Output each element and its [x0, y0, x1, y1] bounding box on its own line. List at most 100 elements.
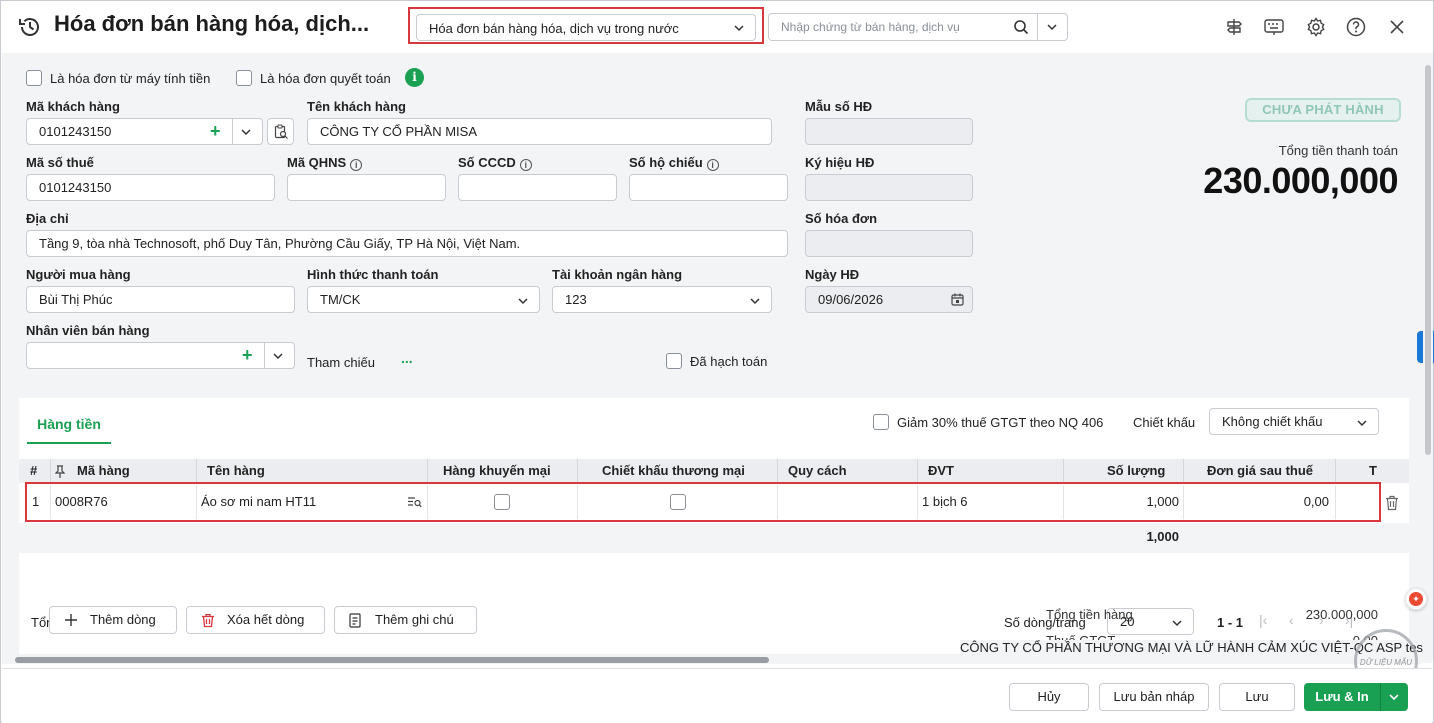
- save-draft-button[interactable]: Lưu bản nháp: [1099, 683, 1209, 711]
- col-divider: [577, 459, 578, 483]
- add-customer-icon[interactable]: +: [210, 122, 221, 140]
- cash-register-checkbox[interactable]: [26, 70, 42, 86]
- search-input[interactable]: [769, 14, 1005, 40]
- search-divider: [1037, 14, 1038, 40]
- tab-goods-money[interactable]: Hàng tiền: [27, 414, 111, 444]
- passport-label: Số hộ chiếu i: [629, 155, 719, 171]
- horizontal-scroll-thumb[interactable]: [15, 657, 769, 663]
- customer-name-field[interactable]: CÔNG TY CỔ PHẦN MISA: [307, 118, 772, 145]
- cccd-field[interactable]: [458, 174, 617, 201]
- save-print-label: Lưu & In: [1315, 689, 1369, 704]
- discount-value: Không chiết khấu: [1222, 414, 1323, 429]
- col-header-code[interactable]: Mã hàng: [77, 459, 130, 483]
- chevron-down-icon[interactable]: [272, 350, 284, 362]
- chevron-down-icon[interactable]: [240, 126, 252, 138]
- invoice-date-label: Ngày HĐ: [805, 267, 860, 282]
- customer-lookup-button[interactable]: [267, 118, 294, 145]
- chevron-down-icon: [518, 298, 528, 305]
- invoice-type-select[interactable]: Hóa đơn bán hàng hóa, dịch vụ trong nước: [416, 14, 756, 41]
- bank-account-select[interactable]: 123: [552, 286, 772, 313]
- cancel-button[interactable]: Hủy: [1009, 683, 1089, 711]
- assistant-button[interactable]: ✦: [1405, 588, 1427, 610]
- template-field: [805, 118, 973, 145]
- delete-all-rows-button[interactable]: Xóa hết dòng: [186, 606, 325, 634]
- col-header-trade-discount[interactable]: Chiết khấu thương mại: [602, 459, 745, 483]
- customer-code-field[interactable]: 0101243150: [26, 118, 263, 145]
- tax-code-field[interactable]: 0101243150: [26, 174, 275, 201]
- sample-data-text: DỮ LIỆU MẪU: [1359, 658, 1413, 667]
- chevron-down-icon: [750, 298, 760, 305]
- save-print-button[interactable]: Lưu & In: [1304, 683, 1408, 711]
- settlement-checkbox[interactable]: [236, 70, 252, 86]
- sales-staff-field[interactable]: [26, 342, 295, 369]
- passport-label-text: Số hộ chiếu: [629, 155, 703, 170]
- chevron-down-icon: [1172, 620, 1182, 627]
- invoice-window: Hóa đơn bán hàng hóa, dịch... Hóa đơn bá…: [0, 0, 1434, 723]
- buyer-value: Bùi Thị Phúc: [39, 292, 113, 307]
- symbol-label: Ký hiệu HĐ: [805, 155, 875, 170]
- qhns-field[interactable]: [287, 174, 446, 201]
- goods-total-value: 230.000,000: [1305, 607, 1378, 622]
- customer-name-label: Tên khách hàng: [307, 99, 406, 114]
- chevron-down-icon[interactable]: [1388, 691, 1400, 703]
- pin-icon[interactable]: [55, 465, 65, 478]
- cccd-label-text: Số CCCD: [458, 155, 516, 170]
- customer-name-value: CÔNG TY CỔ PHẦN MISA: [320, 124, 477, 139]
- field-divider: [264, 343, 265, 368]
- add-note-label: Thêm ghi chú: [375, 612, 454, 627]
- trash-icon[interactable]: [1385, 495, 1399, 511]
- add-note-button[interactable]: Thêm ghi chú: [334, 606, 477, 634]
- close-icon[interactable]: [1386, 16, 1408, 38]
- customer-code-label: Mã khách hàng: [26, 99, 120, 114]
- save-button[interactable]: Lưu: [1219, 683, 1295, 711]
- buyer-label: Người mua hàng: [26, 267, 131, 282]
- address-field[interactable]: Tầng 9, tòa nhà Technosoft, phố Duy Tân,…: [26, 230, 788, 257]
- form-body: Là hóa đơn từ máy tính tiền Là hóa đơn q…: [2, 53, 1432, 663]
- col-divider: [1063, 459, 1064, 483]
- vertical-scrollbar[interactable]: [1423, 53, 1433, 661]
- bank-account-label: Tài khoản ngân hàng: [552, 267, 683, 282]
- total-payment-value: 230.000,000: [1203, 160, 1398, 201]
- help-icon[interactable]: [1345, 16, 1367, 38]
- symbol-field: [805, 174, 973, 201]
- col-header-quantity[interactable]: Số lượng: [1107, 459, 1165, 483]
- horizontal-scrollbar[interactable]: [2, 654, 1422, 664]
- col-divider: [1335, 459, 1336, 483]
- discount-select[interactable]: Không chiết khấu: [1209, 408, 1379, 435]
- col-header-promo[interactable]: Hàng khuyến mại: [443, 459, 551, 483]
- info-icon[interactable]: i: [405, 68, 424, 87]
- reference-link[interactable]: ...: [401, 350, 413, 366]
- posted-label: Đã hạch toán: [690, 354, 768, 369]
- signpost-icon[interactable]: [1223, 16, 1245, 38]
- gear-icon[interactable]: [1305, 16, 1327, 38]
- payment-method-select[interactable]: TM/CK: [307, 286, 540, 313]
- history-icon[interactable]: [17, 14, 43, 40]
- info-icon[interactable]: i: [519, 159, 532, 171]
- search-icon[interactable]: [1013, 19, 1029, 35]
- info-icon[interactable]: i: [706, 159, 719, 171]
- vertical-scroll-thumb[interactable]: [1425, 65, 1431, 455]
- address-label: Địa chỉ: [26, 211, 69, 226]
- add-staff-icon[interactable]: +: [242, 346, 253, 364]
- col-header-spec[interactable]: Quy cách: [788, 459, 847, 483]
- col-header-total[interactable]: T: [1369, 459, 1377, 483]
- quantity-sum-row: 1,000: [19, 523, 1409, 553]
- passport-field[interactable]: [629, 174, 788, 201]
- status-badge: CHƯA PHÁT HÀNH: [1245, 98, 1401, 122]
- payment-method-label: Hình thức thanh toán: [307, 267, 439, 282]
- col-header-name[interactable]: Tên hàng: [207, 459, 265, 483]
- invoice-date-field[interactable]: 09/06/2026: [805, 286, 973, 313]
- buyer-field[interactable]: Bùi Thị Phúc: [26, 286, 295, 313]
- vat-reduction-checkbox[interactable]: [873, 414, 889, 430]
- calendar-icon[interactable]: [951, 293, 964, 306]
- invoice-number-label: Số hóa đơn: [805, 211, 878, 226]
- info-icon[interactable]: i: [350, 159, 363, 171]
- chevron-down-icon[interactable]: [1046, 21, 1058, 33]
- col-header-unit-price[interactable]: Đơn giá sau thuế: [1207, 459, 1313, 483]
- col-header-unit[interactable]: ĐVT: [928, 459, 954, 483]
- highlight-row: [25, 482, 1381, 522]
- add-row-button[interactable]: Thêm dòng: [49, 606, 177, 634]
- col-divider: [196, 459, 197, 483]
- keyboard-icon[interactable]: [1263, 16, 1285, 38]
- posted-checkbox[interactable]: [666, 353, 682, 369]
